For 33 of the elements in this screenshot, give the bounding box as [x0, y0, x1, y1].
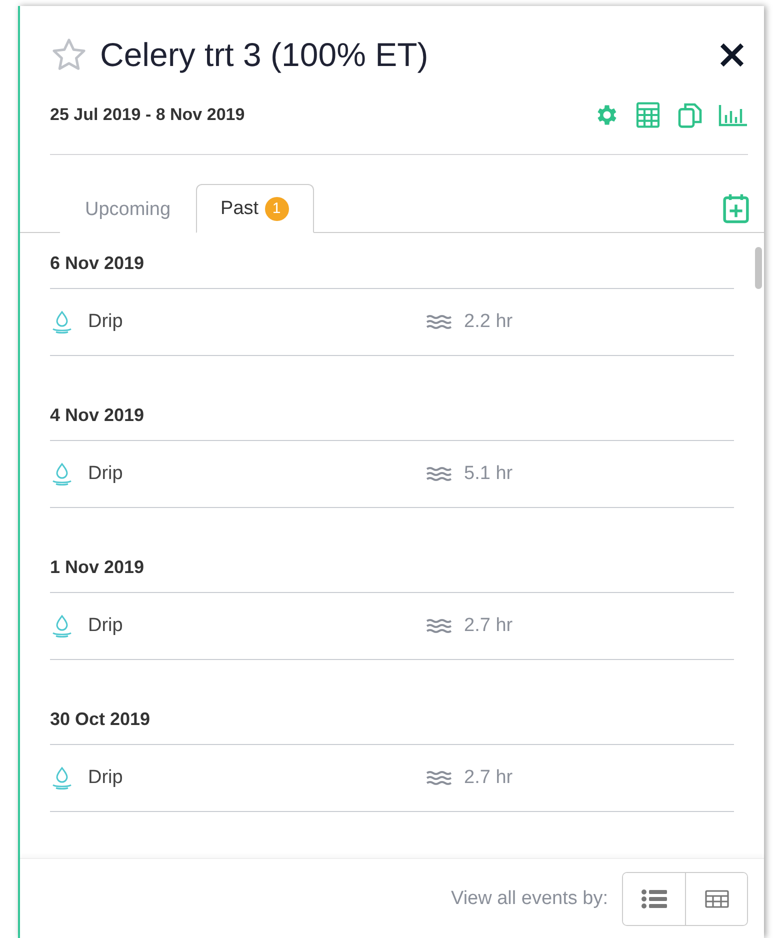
- panel-title: Celery trt 3 (100% ET): [100, 36, 430, 74]
- count-badge: 1: [264, 196, 289, 220]
- bar-chart-icon[interactable]: [718, 102, 748, 128]
- duration: 5.1 hr: [464, 463, 513, 485]
- water-drop-icon: [50, 462, 74, 486]
- add-event-icon[interactable]: [722, 192, 750, 224]
- list-icon: [641, 888, 667, 908]
- scrollbar-thumb[interactable]: [755, 247, 762, 289]
- duration: 2.2 hr: [464, 311, 513, 333]
- duration: 2.7 hr: [464, 767, 513, 789]
- irrigation-method: Drip: [88, 767, 124, 789]
- water-drop-icon: [50, 614, 74, 638]
- waves-icon: [426, 618, 452, 634]
- grid-icon: [704, 890, 728, 908]
- waves-icon: [426, 466, 452, 482]
- date-range: 25 Jul 2019 - 8 Nov 2019: [50, 105, 246, 125]
- calculator-icon[interactable]: [634, 102, 662, 128]
- event-date: 1 Nov 2019: [50, 537, 734, 593]
- grid-view-button[interactable]: [685, 872, 747, 924]
- irrigation-method: Drip: [88, 615, 124, 637]
- copy-icon[interactable]: [676, 102, 704, 128]
- event-date: 30 Oct 2019: [50, 689, 734, 745]
- irrigation-method: Drip: [88, 311, 124, 333]
- event-date: 4 Nov 2019: [50, 385, 734, 441]
- water-drop-icon: [50, 310, 74, 334]
- waves-icon: [426, 770, 452, 786]
- view-label: View all events by:: [450, 888, 608, 910]
- duration: 2.7 hr: [464, 615, 513, 637]
- event-date: 6 Nov 2019: [50, 233, 734, 289]
- tab[interactable]: Past 1: [196, 184, 314, 233]
- waves-icon: [426, 314, 452, 330]
- water-drop-icon: [50, 766, 74, 790]
- irrigation-method: Drip: [88, 463, 124, 485]
